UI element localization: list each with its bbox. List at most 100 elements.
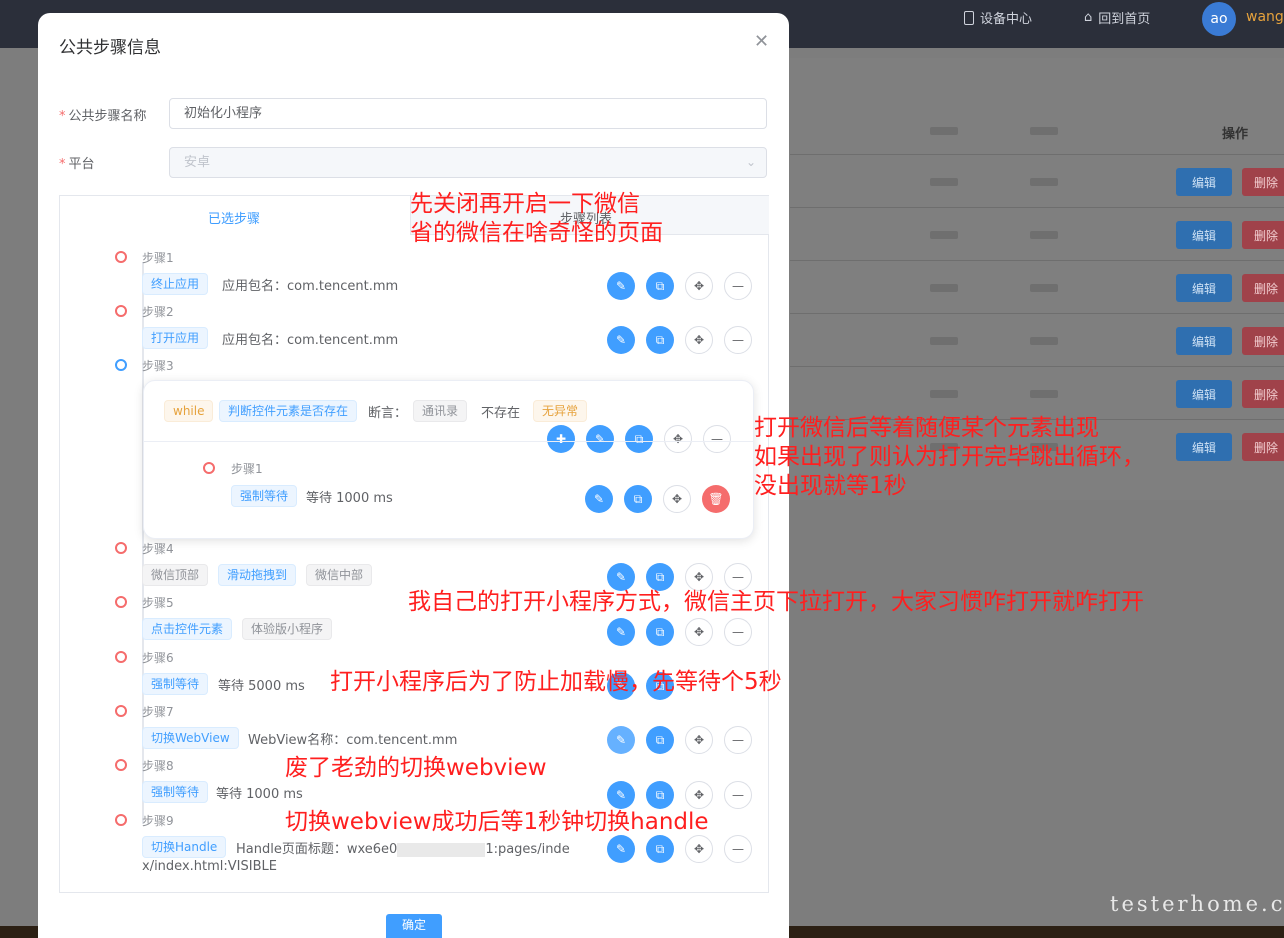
bg-delete-button[interactable]: 删除: [1242, 221, 1284, 249]
edit-button[interactable]: ✎: [607, 781, 635, 809]
confirm-button[interactable]: 确定: [386, 914, 442, 938]
copy-button[interactable]: ⧉: [646, 835, 674, 863]
minus-icon: —: [732, 279, 744, 293]
step-detail-wrap: x/index.html:VISIBLE: [142, 859, 277, 874]
bg-blurred-cell: [1030, 284, 1058, 292]
device-center-link[interactable]: 设备中心: [964, 8, 1032, 27]
edit-icon: ✎: [615, 788, 627, 802]
remove-button[interactable]: —: [724, 618, 752, 646]
edit-icon: ✎: [615, 333, 627, 347]
copy-button[interactable]: ⧉: [624, 485, 652, 513]
timeline-dot: [115, 651, 127, 663]
close-icon[interactable]: ✕: [754, 31, 769, 52]
drag-handle[interactable]: ✥: [685, 835, 713, 863]
platform-label: * 平台: [59, 157, 95, 172]
bg-row-divider: [790, 260, 1284, 261]
drag-handle[interactable]: ✥: [685, 272, 713, 300]
drag-handle[interactable]: ✥: [685, 618, 713, 646]
bg-edit-button[interactable]: 编辑: [1176, 168, 1232, 196]
edit-icon: ✎: [593, 492, 605, 506]
minus-icon: —: [732, 788, 744, 802]
chevron-down-icon: ⌄: [745, 155, 756, 169]
drag-handle[interactable]: ✥: [664, 425, 692, 453]
step-name-input[interactable]: 初始化小程序: [169, 98, 767, 129]
edit-button[interactable]: ✎: [585, 485, 613, 513]
bg-blurred-cell: [1030, 127, 1058, 135]
edit-button[interactable]: ✎: [607, 563, 635, 591]
drag-handle[interactable]: ✥: [685, 326, 713, 354]
bg-edit-button[interactable]: 编辑: [1176, 221, 1232, 249]
bg-row-divider: [790, 366, 1284, 367]
annotation-text: 切换webview成功后等1秒钟切换handle: [285, 809, 709, 835]
move-icon: ✥: [693, 279, 705, 293]
remove-button[interactable]: —: [724, 272, 752, 300]
bg-row-divider: [790, 154, 1284, 155]
step-label: 步骤8: [142, 759, 174, 773]
bg-edit-button[interactable]: 编辑: [1176, 380, 1232, 408]
minus-icon: —: [732, 842, 744, 856]
remove-button[interactable]: —: [724, 835, 752, 863]
move-icon: ✥: [693, 842, 705, 856]
home-link[interactable]: ⌂ 回到首页: [1084, 8, 1150, 27]
drag-handle[interactable]: ✥: [663, 485, 691, 513]
remove-button[interactable]: —: [724, 563, 752, 591]
tablet-icon: [964, 10, 974, 25]
copy-button[interactable]: ⧉: [646, 326, 674, 354]
trash-icon: 🗑: [708, 492, 724, 506]
bg-edit-button[interactable]: 编辑: [1176, 274, 1232, 302]
delete-button[interactable]: 🗑: [702, 485, 730, 513]
remove-button[interactable]: —: [724, 781, 752, 809]
edit-icon: ✎: [615, 733, 627, 747]
bg-blurred-cell: [1030, 390, 1058, 398]
bg-edit-button[interactable]: 编辑: [1176, 433, 1232, 461]
copy-icon: ⧉: [655, 624, 665, 639]
tab-selected-steps[interactable]: 已选步骤: [208, 208, 260, 227]
bg-delete-button[interactable]: 删除: [1242, 380, 1284, 408]
edit-button[interactable]: ✎: [607, 272, 635, 300]
drag-handle[interactable]: ✥: [685, 781, 713, 809]
copy-icon: ⧉: [655, 569, 665, 584]
edit-button[interactable]: ✎: [607, 835, 635, 863]
remove-button[interactable]: —: [724, 326, 752, 354]
username[interactable]: wang: [1246, 9, 1284, 25]
move-icon: ✥: [672, 432, 684, 446]
steps-panel: 已选步骤 步骤列表 步骤1 终止应用 应用包名：com.tencent.mm ✎…: [59, 195, 769, 893]
copy-button[interactable]: ⧉: [646, 272, 674, 300]
copy-button[interactable]: ⧉: [646, 563, 674, 591]
step-label: 步骤2: [142, 305, 174, 319]
avatar[interactable]: ao: [1202, 2, 1236, 36]
step-detail: Handle页面标题：wxe6e0 1:pages/inde: [236, 842, 570, 857]
remove-button[interactable]: —: [703, 425, 731, 453]
copy-icon: ⧉: [634, 431, 644, 446]
bg-delete-button[interactable]: 删除: [1242, 274, 1284, 302]
add-child-button[interactable]: ✚: [547, 425, 575, 453]
copy-button[interactable]: ⧉: [646, 781, 674, 809]
remove-button[interactable]: —: [724, 726, 752, 754]
bg-delete-button[interactable]: 删除: [1242, 433, 1284, 461]
edit-button[interactable]: ✎: [607, 726, 635, 754]
drag-handle[interactable]: ✥: [685, 563, 713, 591]
edit-button[interactable]: ✎: [586, 425, 614, 453]
copy-icon: ⧉: [655, 278, 665, 293]
copy-button[interactable]: ⧉: [625, 425, 653, 453]
while-tag: while: [164, 400, 214, 422]
step-label: 步骤1: [231, 462, 263, 476]
edit-icon: ✎: [615, 625, 627, 639]
bg-blurred-cell: [930, 337, 958, 345]
bg-delete-button[interactable]: 删除: [1242, 327, 1284, 355]
timeline-dot: [115, 305, 127, 317]
edit-button[interactable]: ✎: [607, 618, 635, 646]
timeline-dot: [115, 359, 127, 371]
watermark: testerhome.com: [1110, 892, 1284, 916]
common-step-dialog: 公共步骤信息 ✕ * 公共步骤名称 初始化小程序 * 平台 安卓 ⌄ 已选步骤 步骤…: [38, 13, 789, 938]
edit-icon: ✎: [594, 432, 606, 446]
minus-icon: —: [732, 733, 744, 747]
bg-delete-button[interactable]: 删除: [1242, 168, 1284, 196]
copy-button[interactable]: ⧉: [646, 726, 674, 754]
edit-button[interactable]: ✎: [607, 326, 635, 354]
step-detail: 应用包名：com.tencent.mm: [222, 333, 399, 348]
drag-handle[interactable]: ✥: [685, 726, 713, 754]
exception-tag: 无异常: [533, 400, 588, 422]
copy-button[interactable]: ⧉: [646, 618, 674, 646]
bg-edit-button[interactable]: 编辑: [1176, 327, 1232, 355]
